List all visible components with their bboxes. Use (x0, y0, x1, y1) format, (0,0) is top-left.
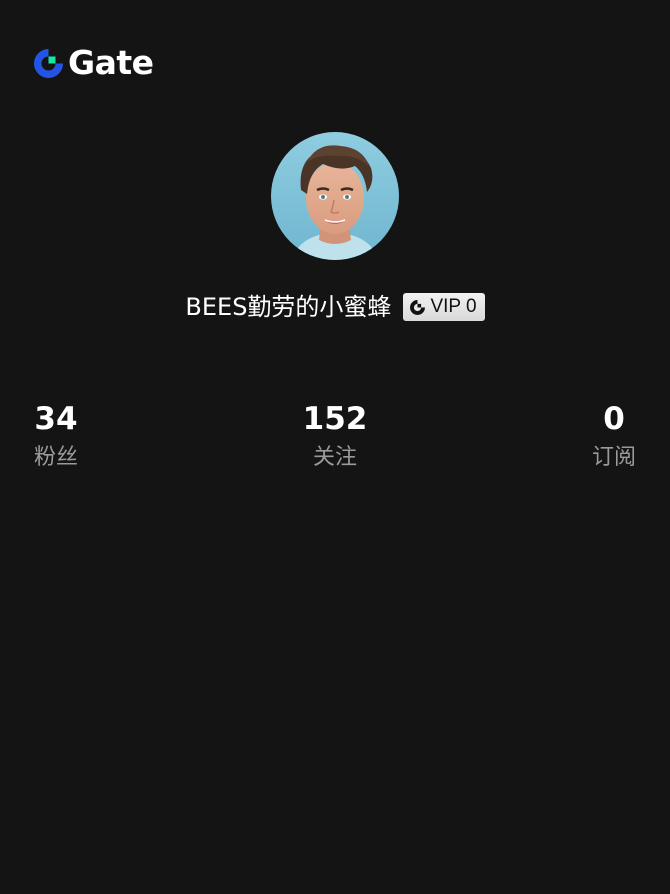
gate-logo: Gate (32, 45, 154, 81)
vip-level-label: VIP 0 (430, 296, 477, 317)
gate-logo-icon (34, 48, 63, 78)
gate-logo-icon (410, 299, 426, 315)
stat-fans[interactable]: 34 粉丝 (0, 398, 116, 473)
vip-badge[interactable]: VIP 0 (403, 293, 485, 321)
profile-name-row: BEES勤劳的小蜜蜂 VIP 0 (0, 289, 670, 325)
username: BEES勤劳的小蜜蜂 (185, 293, 392, 321)
user-avatar-photo (271, 132, 399, 260)
stat-subscriptions[interactable]: 0 订阅 (554, 398, 670, 473)
gate-logo-text: Gate (68, 43, 154, 82)
avatar[interactable] (271, 132, 399, 260)
stat-label: 粉丝 (33, 445, 78, 470)
stat-label: 订阅 (591, 445, 636, 470)
stat-value: 152 (302, 401, 368, 437)
stat-value: 0 (603, 401, 625, 437)
stat-label: 关注 (312, 445, 357, 470)
stat-value: 34 (34, 401, 78, 437)
stat-following[interactable]: 152 关注 (275, 398, 395, 473)
